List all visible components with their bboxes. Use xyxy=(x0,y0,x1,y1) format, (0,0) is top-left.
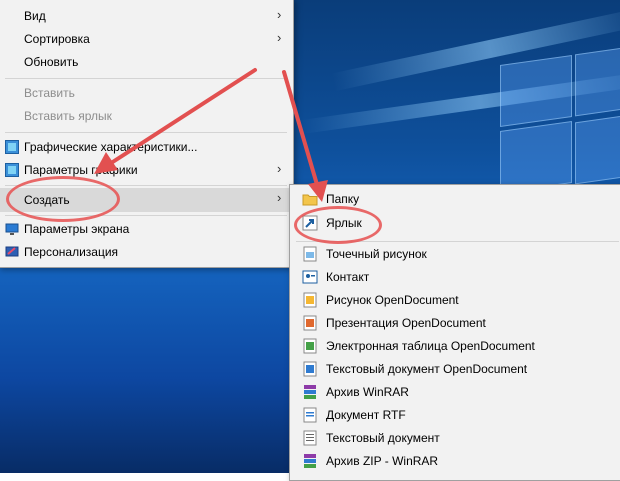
annotation-arrow-to-shortcut xyxy=(282,70,328,202)
annotation-arrow-to-create xyxy=(94,68,257,174)
annotation-arrows xyxy=(94,68,328,202)
